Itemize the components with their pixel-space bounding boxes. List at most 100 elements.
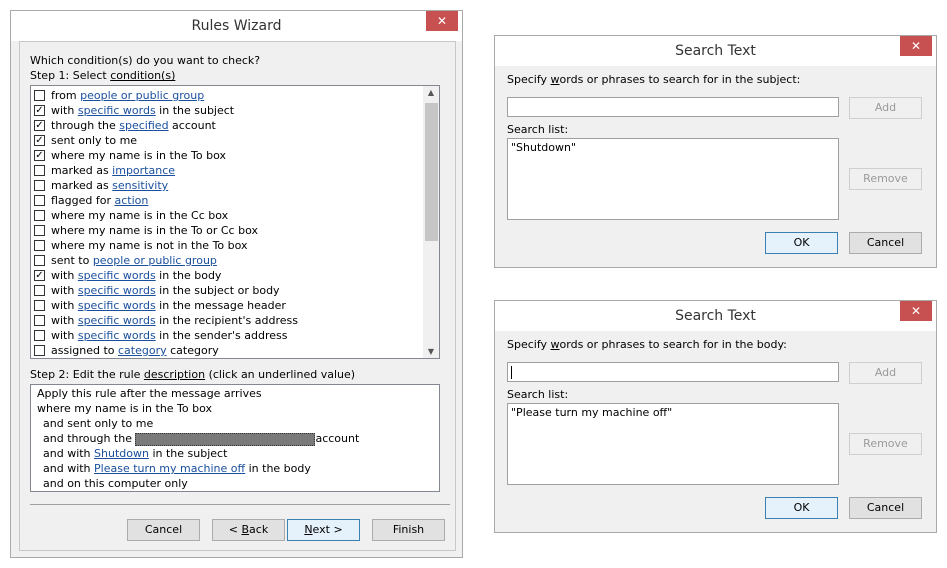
checkbox-checked[interactable]: ✓ bbox=[34, 119, 45, 131]
condition-row[interactable]: ✓ sent only to me bbox=[34, 133, 137, 148]
cancel-button[interactable]: Cancel bbox=[849, 232, 922, 254]
checkbox[interactable] bbox=[34, 209, 45, 221]
condition-link[interactable]: specific words bbox=[78, 314, 156, 327]
scroll-up-icon[interactable]: ▲ bbox=[423, 88, 439, 97]
checkbox[interactable] bbox=[34, 284, 45, 296]
divider bbox=[30, 504, 450, 505]
checkbox[interactable] bbox=[34, 164, 45, 176]
checkbox[interactable] bbox=[34, 314, 45, 326]
redacted-account[interactable] bbox=[135, 432, 316, 446]
subject-words-input[interactable] bbox=[507, 97, 839, 117]
condition-link[interactable]: specific words bbox=[78, 104, 156, 117]
add-button[interactable]: Add bbox=[849, 362, 922, 384]
checkbox[interactable] bbox=[34, 224, 45, 236]
body-prompt-prefix: Specify bbox=[507, 338, 551, 351]
condition-text: with bbox=[51, 314, 78, 327]
checkbox-checked[interactable]: ✓ bbox=[34, 104, 45, 116]
subject-words-link[interactable]: Shutdown bbox=[94, 447, 149, 460]
condition-row[interactable]: where my name is not in the To box bbox=[34, 238, 248, 253]
checkbox[interactable] bbox=[34, 299, 45, 311]
list-item[interactable]: "Shutdown" bbox=[511, 141, 576, 154]
condition-text: with bbox=[51, 104, 78, 117]
body-words-link[interactable]: Please turn my machine off bbox=[94, 462, 245, 475]
condition-link[interactable]: specific words bbox=[78, 299, 156, 312]
condition-row[interactable]: where my name is in the To or Cc box bbox=[34, 223, 258, 238]
condition-row[interactable]: marked as importance bbox=[34, 163, 175, 178]
remove-button[interactable]: Remove bbox=[849, 168, 922, 190]
rules-wizard-title: Rules Wizard bbox=[11, 11, 462, 41]
subject-search-list[interactable]: "Shutdown" bbox=[507, 138, 839, 220]
condition-row[interactable]: ✓ with specific words in the subject bbox=[34, 103, 234, 118]
condition-text: marked as bbox=[51, 164, 113, 177]
body-search-list[interactable]: "Please turn my machine off" bbox=[507, 403, 839, 485]
checkbox[interactable] bbox=[34, 194, 45, 206]
condition-text-suffix: in the sender's address bbox=[155, 329, 288, 342]
condition-row[interactable]: with specific words in the sender's addr… bbox=[34, 328, 287, 343]
subject-prompt-accel: w bbox=[550, 73, 560, 86]
condition-row[interactable]: where my name is in the Cc box bbox=[34, 208, 228, 223]
condition-text-suffix: in the body bbox=[155, 269, 222, 282]
checkbox-checked[interactable]: ✓ bbox=[34, 134, 45, 146]
checkbox[interactable] bbox=[34, 239, 45, 251]
search-text-subject-window: Search Text ✕ Specify words or phrases t… bbox=[494, 35, 937, 268]
condition-question: Which condition(s) do you want to check? bbox=[30, 54, 261, 67]
condition-link[interactable]: specific words bbox=[78, 269, 156, 282]
condition-link[interactable]: specific words bbox=[78, 284, 156, 297]
condition-row[interactable]: ✓ with specific words in the body bbox=[34, 268, 221, 283]
condition-link[interactable]: people or public group bbox=[80, 89, 204, 102]
condition-row[interactable]: marked as sensitivity bbox=[34, 178, 168, 193]
condition-row[interactable]: with specific words in the message heade… bbox=[34, 298, 286, 313]
close-icon[interactable]: ✕ bbox=[900, 36, 932, 56]
checkbox[interactable] bbox=[34, 254, 45, 266]
condition-row[interactable]: sent to people or public group bbox=[34, 253, 217, 268]
ok-button[interactable]: OK bbox=[765, 232, 838, 254]
close-icon[interactable]: ✕ bbox=[426, 11, 458, 31]
desc-line-4-suffix: account bbox=[315, 432, 360, 445]
condition-link[interactable]: sensitivity bbox=[112, 179, 168, 192]
condition-link[interactable]: specified bbox=[119, 119, 168, 132]
checkbox-checked[interactable]: ✓ bbox=[34, 149, 45, 161]
close-icon[interactable]: ✕ bbox=[900, 301, 932, 321]
condition-row[interactable]: ✓ where my name is in the To box bbox=[34, 148, 226, 163]
checkbox-checked[interactable]: ✓ bbox=[34, 269, 45, 281]
condition-row[interactable]: assigned to category category bbox=[34, 343, 219, 358]
body-words-input[interactable] bbox=[507, 362, 839, 382]
body-prompt-suffix: ords or phrases to search for in the bod… bbox=[559, 338, 787, 351]
conditions-scrollbar[interactable]: ▲ ▼ bbox=[423, 86, 439, 358]
checkbox[interactable] bbox=[34, 179, 45, 191]
scroll-down-icon[interactable]: ▼ bbox=[423, 347, 439, 356]
conditions-list[interactable]: from people or public group ✓ with specifi… bbox=[30, 85, 440, 359]
condition-row[interactable]: ✓ through the specified account bbox=[34, 118, 216, 133]
condition-row[interactable]: with specific words in the subject or bo… bbox=[34, 283, 280, 298]
cancel-button[interactable]: Cancel bbox=[849, 497, 922, 519]
search-subject-prompt: Specify words or phrases to search for i… bbox=[507, 73, 800, 86]
next-button-suffix: ext > bbox=[312, 523, 343, 536]
condition-link[interactable]: category bbox=[118, 344, 167, 357]
next-button[interactable]: Next > bbox=[287, 519, 360, 541]
list-item[interactable]: "Please turn my machine off" bbox=[511, 406, 672, 419]
condition-link[interactable]: people or public group bbox=[93, 254, 217, 267]
condition-text: marked as bbox=[51, 179, 113, 192]
checkbox[interactable] bbox=[34, 344, 45, 356]
next-button-accel: N bbox=[304, 523, 313, 536]
condition-text: with bbox=[51, 284, 78, 297]
scrollbar-thumb[interactable] bbox=[425, 103, 438, 241]
condition-row[interactable]: flagged for action bbox=[34, 193, 148, 208]
finish-button[interactable]: Finish bbox=[372, 519, 445, 541]
search-body-title: Search Text bbox=[495, 301, 936, 331]
step2-link: description bbox=[143, 368, 206, 381]
back-button[interactable]: < Back bbox=[212, 519, 285, 541]
ok-button[interactable]: OK bbox=[765, 497, 838, 519]
cancel-button[interactable]: Cancel bbox=[127, 519, 200, 541]
condition-link[interactable]: action bbox=[115, 194, 149, 207]
add-button[interactable]: Add bbox=[849, 97, 922, 119]
remove-button[interactable]: Remove bbox=[849, 433, 922, 455]
condition-row[interactable]: from people or public group bbox=[34, 88, 204, 103]
checkbox[interactable] bbox=[34, 329, 45, 341]
desc-line-7: and on this computer only bbox=[43, 477, 188, 490]
condition-link[interactable]: importance bbox=[112, 164, 175, 177]
condition-row[interactable]: with specific words in the recipient's a… bbox=[34, 313, 298, 328]
checkbox[interactable] bbox=[34, 89, 45, 101]
desc-line-5-prefix: and with bbox=[43, 447, 95, 460]
condition-link[interactable]: specific words bbox=[78, 329, 156, 342]
